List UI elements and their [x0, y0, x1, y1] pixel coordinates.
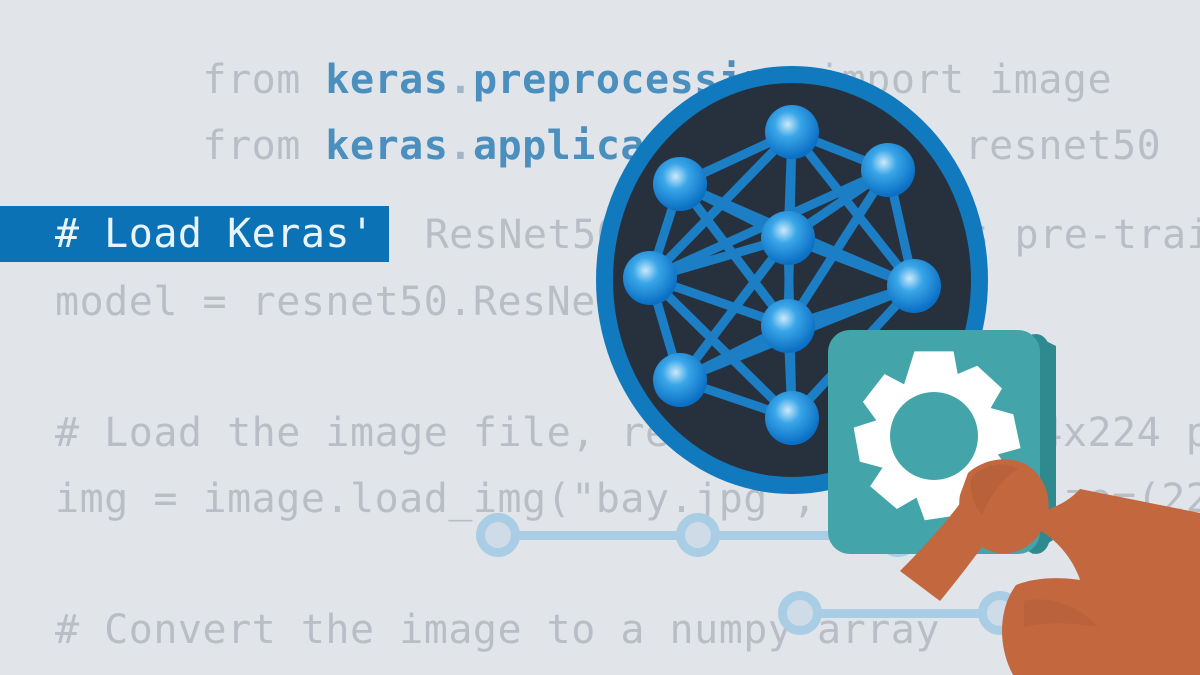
network-node-upper-left: [653, 157, 707, 211]
network-node-top: [765, 105, 819, 159]
network-node-mid-upper: [761, 211, 815, 265]
network-node-left: [623, 251, 677, 305]
network-node-upper-right: [861, 143, 915, 197]
chain-node-upper-2: [676, 513, 720, 557]
thumbnail-canvas: from keras.preprocessing import image fr…: [0, 0, 1200, 675]
network-node-lower-left: [653, 353, 707, 407]
network-node-mid-lower: [761, 299, 815, 353]
network-node-right: [887, 259, 941, 313]
pointing-hand: [900, 455, 1200, 675]
network-node-bottom: [765, 391, 819, 445]
chain-node-lower-1: [778, 591, 822, 635]
chain-node-upper-1: [476, 513, 520, 557]
